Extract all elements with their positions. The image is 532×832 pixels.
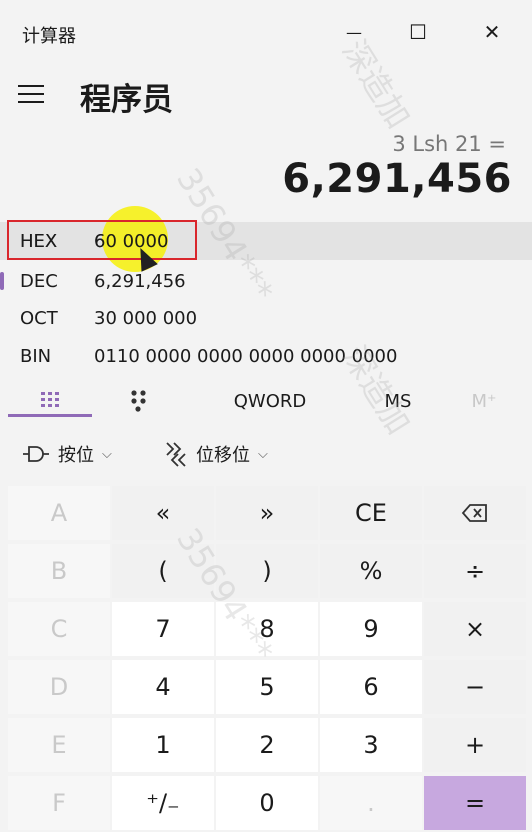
hex-selection-box	[7, 220, 197, 260]
key-0[interactable]: 0	[216, 776, 318, 830]
hamburger-icon	[18, 85, 44, 87]
hamburger-menu-button[interactable]	[18, 79, 50, 109]
radix-row-oct[interactable]: OCT 30 000 000	[0, 299, 532, 337]
bitshift-label: 位移位	[196, 445, 250, 466]
key-multiply[interactable]: ×	[424, 602, 526, 656]
bitwise-dropdown[interactable]: 按位 ⌵	[22, 436, 112, 472]
result-display: 6,291,456	[282, 156, 512, 202]
key-percent[interactable]: %	[320, 544, 422, 598]
key-c[interactable]: C	[8, 602, 110, 656]
key-subtract[interactable]: −	[424, 660, 526, 714]
title-bar: 计算器 — ☐ ✕	[0, 0, 532, 64]
key-1[interactable]: 1	[112, 718, 214, 772]
key-decimal[interactable]: .	[320, 776, 422, 830]
mode-title: 程序员	[80, 82, 173, 118]
key-equals[interactable]: =	[424, 776, 526, 830]
word-size-button[interactable]: QWORD	[218, 382, 322, 420]
key-3[interactable]: 3	[320, 718, 422, 772]
key-e[interactable]: E	[8, 718, 110, 772]
key-add[interactable]: +	[424, 718, 526, 772]
bit-toggle-icon	[131, 390, 146, 412]
key-2[interactable]: 2	[216, 718, 318, 772]
close-icon: ✕	[483, 20, 501, 44]
key-5[interactable]: 5	[216, 660, 318, 714]
key-backspace[interactable]	[424, 486, 526, 540]
key-divide[interactable]: ÷	[424, 544, 526, 598]
active-tab-underline	[8, 414, 92, 417]
bitshift-dropdown[interactable]: 位移位 ⌵	[164, 436, 268, 472]
backspace-icon	[461, 504, 487, 522]
key-d[interactable]: D	[8, 660, 110, 714]
radix-label: DEC	[20, 270, 58, 292]
maximize-icon: ☐	[409, 20, 427, 44]
key-6[interactable]: 6	[320, 660, 422, 714]
app-header: 程序员	[0, 64, 532, 124]
close-button[interactable]: ✕	[472, 12, 512, 52]
key-4[interactable]: 4	[112, 660, 214, 714]
app-title: 计算器	[22, 26, 76, 47]
operations-bar: 按位 ⌵ 位移位 ⌵	[0, 436, 532, 472]
keypad-icon	[41, 392, 59, 407]
memory-add-button[interactable]: M⁺	[452, 382, 516, 420]
radix-value: 6,291,456	[94, 270, 186, 292]
keypad: A « » CE B ( ) % ÷ C 7 8 9 × D 4 5 6 − E…	[0, 486, 532, 832]
radix-label: BIN	[20, 345, 52, 367]
logic-gate-icon	[23, 446, 49, 462]
radix-value: 30 000 000	[94, 307, 198, 329]
key-a[interactable]: A	[8, 486, 110, 540]
key-clear-entry[interactable]: CE	[320, 486, 422, 540]
key-9[interactable]: 9	[320, 602, 422, 656]
bitwise-label: 按位	[58, 445, 94, 466]
key-b[interactable]: B	[8, 544, 110, 598]
key-shift-right[interactable]: »	[216, 486, 318, 540]
radix-label: OCT	[20, 307, 58, 329]
maximize-button[interactable]: ☐	[398, 12, 438, 52]
key-negate[interactable]: ⁺∕₋	[112, 776, 214, 830]
bit-shift-icon	[166, 442, 186, 467]
key-7[interactable]: 7	[112, 602, 214, 656]
radix-row-bin[interactable]: BIN 0110 0000 0000 0000 0000 0000	[0, 337, 532, 375]
chevron-down-icon: ⌵	[102, 446, 112, 462]
tab-bit-toggle[interactable]	[108, 382, 172, 420]
key-f[interactable]: F	[8, 776, 110, 830]
expression-display: 3 Lsh 21 =	[392, 132, 506, 156]
chevron-down-icon: ⌵	[258, 446, 268, 462]
